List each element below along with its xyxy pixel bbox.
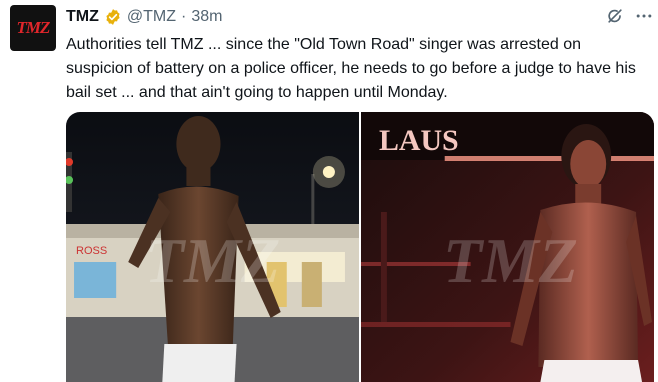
tmz-watermark: TMZ (145, 225, 281, 296)
more-icon[interactable] (634, 6, 654, 26)
verified-badge-icon (104, 8, 122, 26)
header-separator: · (181, 8, 187, 25)
tmz-watermark: TMZ (443, 225, 578, 296)
tweet-photo-left[interactable]: ROSS TMZ (66, 112, 359, 382)
media-gallery: ROSS TMZ LAUS TMZ (66, 112, 654, 382)
account-handle[interactable]: @TMZ (127, 8, 176, 26)
display-name[interactable]: TMZ (66, 8, 99, 26)
tweet-timestamp[interactable]: 38m (191, 8, 222, 26)
grok-icon[interactable] (605, 6, 625, 26)
neon-sign-text: LAUS (379, 124, 459, 157)
store-sign-text: ROSS (76, 245, 107, 257)
tweet-photo-right[interactable]: LAUS TMZ (361, 112, 654, 382)
tweet-header: TMZ @TMZ · 38m (66, 6, 222, 28)
tweet-text: Authorities tell TMZ ... since the "Old … (66, 36, 636, 101)
account-avatar[interactable]: TMZ (10, 5, 56, 51)
avatar-logo-text: TMZ (16, 18, 51, 37)
